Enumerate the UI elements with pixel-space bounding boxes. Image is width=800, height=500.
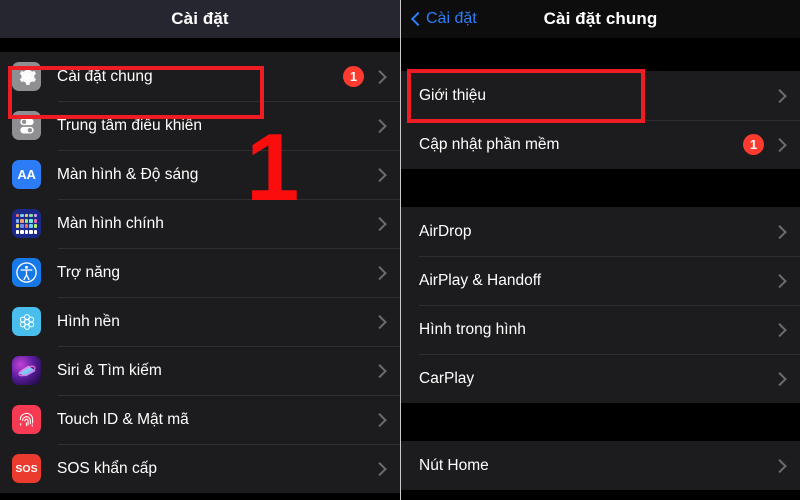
back-button[interactable]: Cài đặt	[411, 0, 477, 38]
sidebar-item-siri-tim-kiem[interactable]: Siri & Tìm kiếm	[0, 346, 400, 395]
back-button-label: Cài đặt	[426, 10, 477, 27]
right-navbar: Cài đặt Cài đặt chung	[401, 0, 800, 38]
left-settings-list: Cài đặt chung 1 Trung tâm điều khiển AA …	[0, 52, 400, 493]
list-item-label: Hình trong hình	[419, 320, 526, 338]
right-gap-3	[401, 403, 800, 441]
chevron-right-icon	[377, 265, 386, 280]
general-settings-screen-right: Cài đặt Cài đặt chung Giới thiệu Cập nhậ…	[400, 0, 800, 500]
settings-screen-left: Cài đặt Cài đặt chung 1 Trung tâm điều k…	[0, 0, 400, 500]
sidebar-item-label: Màn hình chính	[57, 214, 164, 232]
sidebar-item-hinh-nen[interactable]: Hình nền	[0, 297, 400, 346]
list-item-gioi-thieu[interactable]: Giới thiệu	[401, 71, 800, 120]
chevron-right-icon	[377, 461, 386, 476]
list-item-hinh-trong-hinh[interactable]: Hình trong hình	[401, 305, 800, 354]
chevron-right-icon	[377, 118, 386, 133]
right-section-home-button: Nút Home	[401, 441, 800, 490]
left-navbar: Cài đặt	[0, 0, 400, 38]
left-section-gap	[0, 38, 400, 52]
list-item-label: Nút Home	[419, 456, 489, 474]
right-gap-2	[401, 169, 800, 207]
right-gap-1	[401, 38, 800, 71]
home-screen-icon	[12, 209, 41, 238]
chevron-right-icon	[777, 88, 786, 103]
chevron-right-icon	[377, 216, 386, 231]
chevron-right-icon	[777, 273, 786, 288]
list-item-label: AirPlay & Handoff	[419, 271, 542, 289]
sidebar-item-man-hinh-chinh[interactable]: Màn hình chính	[0, 199, 400, 248]
chevron-right-icon	[777, 224, 786, 239]
sidebar-item-label: Hình nền	[57, 312, 120, 330]
status-badge: 1	[343, 66, 364, 87]
right-page-title: Cài đặt chung	[543, 9, 658, 28]
chevron-right-icon	[777, 371, 786, 386]
list-item-label: CarPlay	[419, 369, 475, 387]
home-grid-glyph	[16, 213, 37, 234]
left-page-title: Cài đặt	[171, 9, 229, 28]
chevron-right-icon	[377, 363, 386, 378]
list-item-label: Cập nhật phần mềm	[419, 135, 560, 153]
chevron-right-icon	[777, 458, 786, 473]
sidebar-item-label: Màn hình & Độ sáng	[57, 165, 199, 183]
status-badge: 1	[743, 134, 764, 155]
chevron-right-icon	[377, 412, 386, 427]
sidebar-item-label: Cài đặt chung	[57, 67, 153, 85]
list-item-airplay-handoff[interactable]: AirPlay & Handoff	[401, 256, 800, 305]
list-item-label: Giới thiệu	[419, 86, 487, 104]
touch-id-icon	[12, 405, 41, 434]
list-item-carplay[interactable]: CarPlay	[401, 354, 800, 403]
right-section-connectivity: AirDrop AirPlay & Handoff Hình trong hìn…	[401, 207, 800, 403]
sidebar-item-trung-tam-dieu-khien[interactable]: Trung tâm điều khiển	[0, 101, 400, 150]
list-item-nut-home[interactable]: Nút Home	[401, 441, 800, 490]
list-item-airdrop[interactable]: AirDrop	[401, 207, 800, 256]
display-brightness-icon: AA	[12, 160, 41, 189]
right-section-about: Giới thiệu Cập nhật phần mềm 1	[401, 71, 800, 169]
sidebar-item-touch-id-mat-ma[interactable]: Touch ID & Mật mã	[0, 395, 400, 444]
chevron-right-icon	[777, 137, 786, 152]
sidebar-item-label: Trợ năng	[57, 263, 121, 281]
sidebar-item-label: SOS khẩn cấp	[57, 459, 157, 477]
list-item-label: AirDrop	[419, 222, 472, 240]
sidebar-item-tro-nang[interactable]: Trợ năng	[0, 248, 400, 297]
sidebar-item-cai-dat-chung[interactable]: Cài đặt chung 1	[0, 52, 400, 101]
chevron-right-icon	[377, 167, 386, 182]
sidebar-item-sos-khan-cap[interactable]: SOS SOS khẩn cấp	[0, 444, 400, 493]
siri-icon	[12, 356, 41, 385]
list-item-cap-nhat-phan-mem[interactable]: Cập nhật phần mềm 1	[401, 120, 800, 169]
accessibility-icon	[12, 258, 41, 287]
wallpaper-icon	[12, 307, 41, 336]
sidebar-item-label: Trung tâm điều khiển	[57, 116, 203, 134]
sidebar-item-label: Siri & Tìm kiếm	[57, 361, 162, 379]
control-center-icon	[12, 111, 41, 140]
sos-icon: SOS	[12, 454, 41, 483]
sidebar-item-label: Touch ID & Mật mã	[57, 410, 189, 428]
gear-icon	[12, 62, 41, 91]
dual-screenshot-composite: Cài đặt Cài đặt chung 1 Trung tâm điều k…	[0, 0, 800, 500]
sidebar-item-man-hinh-do-sang[interactable]: AA Màn hình & Độ sáng	[0, 150, 400, 199]
chevron-right-icon	[377, 314, 386, 329]
chevron-right-icon	[377, 69, 386, 84]
chevron-right-icon	[777, 322, 786, 337]
back-chevron-icon	[411, 11, 421, 28]
